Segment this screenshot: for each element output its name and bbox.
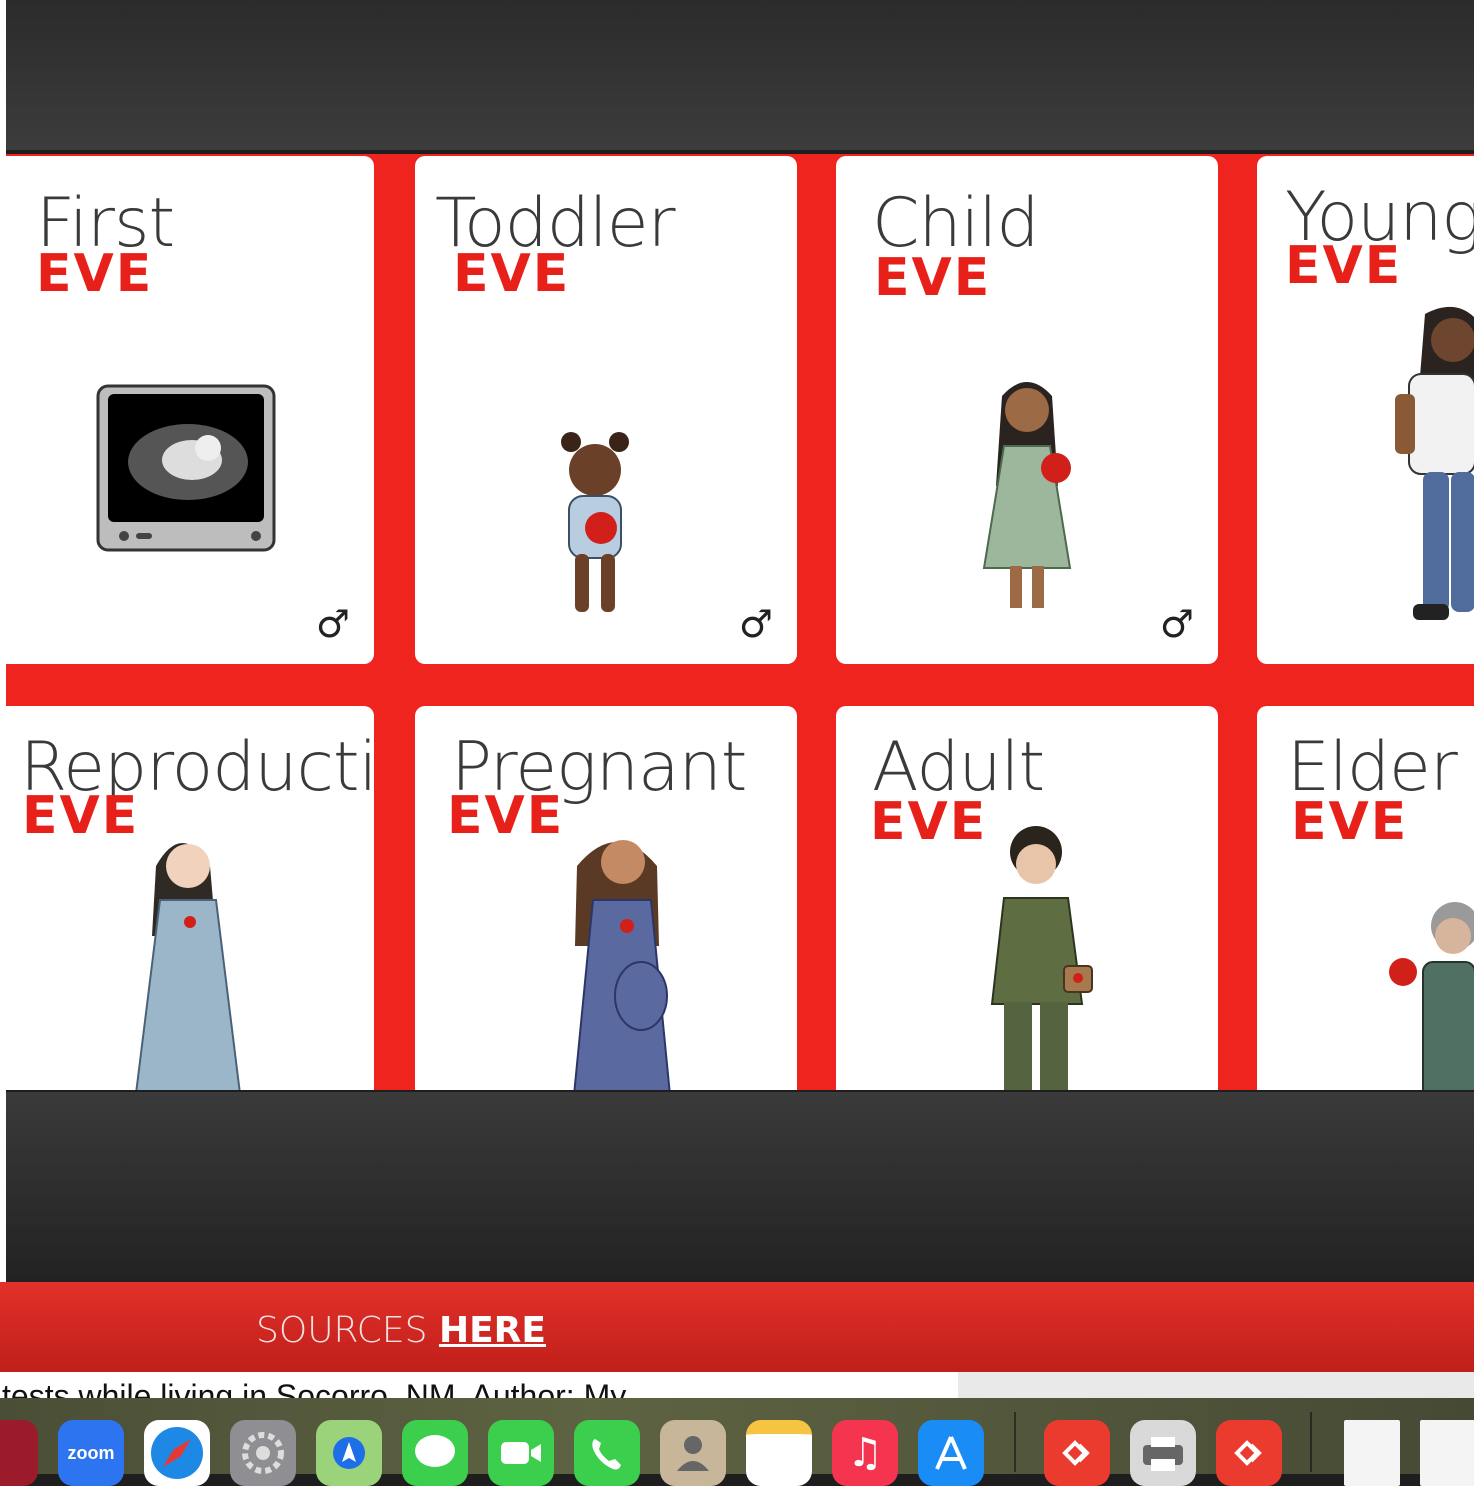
card-first-eve: First EVE ♂ [6, 156, 374, 664]
phone-handset-glyph [592, 1439, 621, 1470]
adult-woman-illustration [990, 826, 1093, 1090]
reproductive-woman-illustration [135, 843, 241, 1090]
printer-icon[interactable] [1130, 1420, 1196, 1486]
notes-icon[interactable] [746, 1420, 812, 1486]
printer-glyph [1143, 1437, 1183, 1471]
phone-icon[interactable] [574, 1420, 640, 1486]
sources-here-link[interactable]: HERE [439, 1310, 546, 1351]
toddler-illustration [561, 432, 629, 612]
app-store-a-glyph [935, 1436, 967, 1470]
card-eve-label: EVE [453, 244, 571, 304]
card-elder-eve: Elder EVE [1257, 706, 1474, 1090]
video-camera-glyph [501, 1442, 541, 1464]
red-app-icon[interactable] [0, 1420, 38, 1486]
music-note-glyph: ♫ [847, 1430, 883, 1476]
safari-icon[interactable] [144, 1420, 210, 1486]
card-young-adult-eve: Young A EVE [1257, 156, 1474, 664]
zoom-icon[interactable]: zoom [58, 1420, 124, 1486]
sources-text: SOURCES HERE [256, 1310, 546, 1351]
maps-icon[interactable] [316, 1420, 382, 1486]
card-toddler-eve: Toddler EVE ♂ [415, 156, 797, 664]
card-reproductive-eve: Reproductive EVE [6, 706, 374, 1090]
young-adult-illustration [1395, 307, 1474, 620]
music-icon[interactable]: ♫ [832, 1420, 898, 1486]
card-adult-eve: Adult EVE [836, 706, 1218, 1090]
sources-banner: SOURCES HERE [0, 1282, 1474, 1372]
dock-separator [1014, 1412, 1016, 1472]
card-pregnant-eve: Pregnant EVE [415, 706, 797, 1090]
slide-stage: First EVE ♂ Toddler EVE ♂ Child EVE ♂ Yo… [6, 154, 1474, 1090]
male-symbol-icon: ♂ [315, 602, 350, 646]
dock-separator [1310, 1412, 1312, 1472]
document-snippet: tests while living in Socorro, NM. Autho… [2, 1378, 627, 1398]
system-settings-icon[interactable] [230, 1420, 296, 1486]
contacts-icon[interactable] [660, 1420, 726, 1486]
document-thumbnail-icon-2[interactable] [1420, 1420, 1474, 1486]
card-eve-label: EVE [36, 244, 154, 304]
sources-label: SOURCES [256, 1310, 428, 1351]
male-symbol-icon: ♂ [738, 602, 773, 646]
card-eve-label: EVE [447, 786, 565, 846]
child-illustration [982, 382, 1072, 608]
card-eve-label: EVE [1291, 792, 1409, 852]
anydesk-icon[interactable] [1044, 1420, 1110, 1486]
chat-bubble-glyph [415, 1435, 455, 1467]
dock: zoom ♫ [0, 1398, 1474, 1486]
document-gray-margin [958, 1372, 1474, 1398]
diamond-glyph [1062, 1440, 1090, 1466]
map-arrow-glyph [333, 1437, 365, 1469]
diamond-glyph [1234, 1440, 1262, 1466]
document-text-strip: tests while living in Socorro, NM. Autho… [0, 1372, 958, 1398]
card-eve-label: EVE [22, 786, 140, 846]
messages-icon[interactable] [402, 1420, 468, 1486]
pregnant-woman-illustration [573, 840, 671, 1090]
document-thumbnail-icon[interactable] [1344, 1420, 1400, 1486]
card-eve-label: EVE [1285, 236, 1403, 296]
anydesk-icon-2[interactable] [1216, 1420, 1282, 1486]
person-glyph [677, 1436, 709, 1471]
male-symbol-icon: ♂ [1159, 602, 1194, 646]
app-store-icon[interactable] [918, 1420, 984, 1486]
facetime-icon[interactable] [488, 1420, 554, 1486]
elder-woman-illustration [1389, 902, 1474, 1090]
ultrasound-monitor-illustration [96, 384, 276, 552]
compass-glyph [151, 1427, 203, 1479]
card-child-eve: Child EVE ♂ [836, 156, 1218, 664]
card-eve-label: EVE [870, 792, 988, 852]
video-bottom-letterbox [6, 1092, 1474, 1282]
card-eve-label: EVE [874, 248, 992, 308]
gear-glyph [242, 1432, 284, 1474]
video-top-letterbox [6, 0, 1474, 150]
zoom-label: zoom [67, 1442, 115, 1463]
